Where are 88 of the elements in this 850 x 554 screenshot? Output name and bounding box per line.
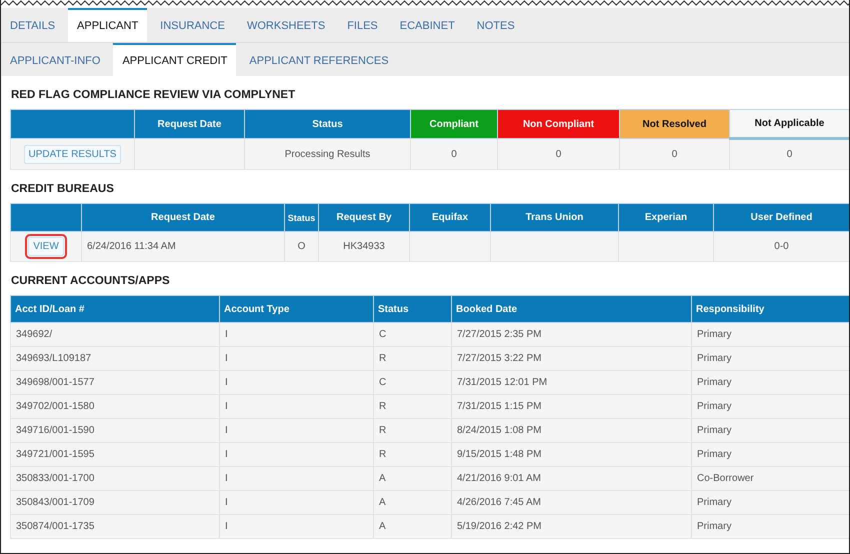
section-title: CREDIT BUREAUS [10, 182, 115, 197]
table-cell: R [374, 394, 452, 418]
tab[interactable]: WORKSHEETS [238, 8, 334, 42]
column-header: Trans Union [490, 204, 618, 232]
table-cell: 349716/001-1590 [10, 418, 220, 442]
table-cell: 8/24/2015 1:08 PM [452, 418, 692, 442]
column-header: Compliant [410, 110, 498, 138]
table-cell: 7/31/2015 1:15 PM [452, 394, 692, 418]
table-cell: 0-0 [714, 232, 849, 262]
table-cell: 349702/001-1580 [10, 394, 220, 418]
table-cell: HK34933 [318, 232, 410, 262]
table-cell: 0 [498, 138, 620, 170]
tab[interactable]: INSURANCE [151, 8, 234, 42]
table-cell: Primary [692, 490, 849, 514]
table-cell: 4/26/2016 7:45 AM [452, 490, 692, 514]
tab[interactable]: NOTES [468, 8, 524, 42]
table-cell: Primary [692, 322, 849, 346]
column-header: Request By [318, 204, 410, 232]
table-cell: A [374, 514, 452, 538]
table-cell: 7/27/2015 2:35 PM [452, 322, 692, 346]
table-cell: I [220, 370, 374, 394]
table-cell: 349721/001-1595 [10, 442, 220, 466]
tab[interactable]: APPLICANT REFERENCES [240, 43, 398, 76]
table-cell: Processing Results [244, 138, 410, 170]
tab[interactable]: APPLICANT [68, 8, 148, 42]
table-cell: 350833/001-1700 [10, 466, 220, 490]
table-cell: O [284, 232, 318, 262]
table-cell: 350874/001-1735 [10, 514, 220, 538]
table-cell: I [220, 322, 374, 346]
table-cell: 9/15/2015 1:48 PM [452, 442, 692, 466]
column-header: Not Applicable [730, 110, 849, 138]
column-header: Responsibility [692, 296, 849, 322]
table-cell: C [374, 322, 452, 346]
table-cell: I [220, 490, 374, 514]
table-cell: R [374, 346, 452, 370]
column-header: Status [244, 110, 410, 138]
table-cell: Primary [692, 370, 849, 394]
column-header: Equifax [410, 204, 490, 232]
table-cell: I [220, 442, 374, 466]
column-header: Booked Date [452, 296, 692, 322]
column-header: Acct ID/Loan # [10, 296, 220, 322]
tab[interactable]: FILES [338, 8, 387, 42]
column-header: Experian [618, 204, 714, 232]
table-cell: Primary [692, 442, 849, 466]
table-cell: I [220, 418, 374, 442]
table-cell: 350843/001-1709 [10, 490, 220, 514]
tab[interactable]: DETAILS [1, 8, 64, 42]
table-cell: R [374, 418, 452, 442]
column-header: Non Compliant [498, 110, 620, 138]
column-header: Status [374, 296, 452, 322]
column-header: Account Type [220, 296, 374, 322]
column-header: Request Date [134, 110, 244, 138]
column-header: Status [284, 204, 318, 232]
table-cell: 7/31/2015 12:01 PM [452, 370, 692, 394]
table-cell: 349692/ [10, 322, 220, 346]
table-cell: 5/19/2016 2:42 PM [452, 514, 692, 538]
table-cell: Primary [692, 418, 849, 442]
column-header: Request Date [82, 204, 284, 232]
table-cell: C [374, 370, 452, 394]
section-title: CURRENT ACCOUNTS/APPS [10, 274, 171, 289]
table-cell: 6/24/2016 11:34 AM [82, 232, 284, 262]
table-cell: Co-Borrower [692, 466, 849, 490]
table-cell: Primary [692, 346, 849, 370]
table-cell: A [374, 490, 452, 514]
table-cell: 4/21/2016 9:01 AM [452, 466, 692, 490]
table-cell: I [220, 466, 374, 490]
column-header: User Defined [714, 204, 849, 232]
tab[interactable]: ECABINET [390, 8, 464, 42]
table-cell: R [374, 442, 452, 466]
table-cell: Primary [692, 514, 849, 538]
section-title: RED FLAG COMPLIANCE REVIEW VIA COMPLYNET [10, 88, 296, 103]
table-cell: 7/27/2015 3:22 PM [452, 346, 692, 370]
table-cell: A [374, 466, 452, 490]
table-cell: I [220, 514, 374, 538]
table-cell: 0 [730, 138, 849, 170]
header-cell [10, 204, 82, 232]
table-cell: I [220, 346, 374, 370]
column-header: Not Resolved [620, 110, 730, 138]
table-cell: 0 [620, 138, 730, 170]
tab[interactable]: APPLICANT CREDIT [113, 43, 236, 76]
view-button[interactable]: VIEW [28, 237, 64, 256]
table-cell: Primary [692, 394, 849, 418]
table-cell: 349698/001-1577 [10, 370, 220, 394]
table-cell: I [220, 394, 374, 418]
update-results-button[interactable]: UPDATE RESULTS [24, 144, 122, 164]
table-cell: 349693/L109187 [10, 346, 220, 370]
tab[interactable]: APPLICANT-INFO [1, 43, 110, 76]
table-cell: 0 [410, 138, 498, 170]
